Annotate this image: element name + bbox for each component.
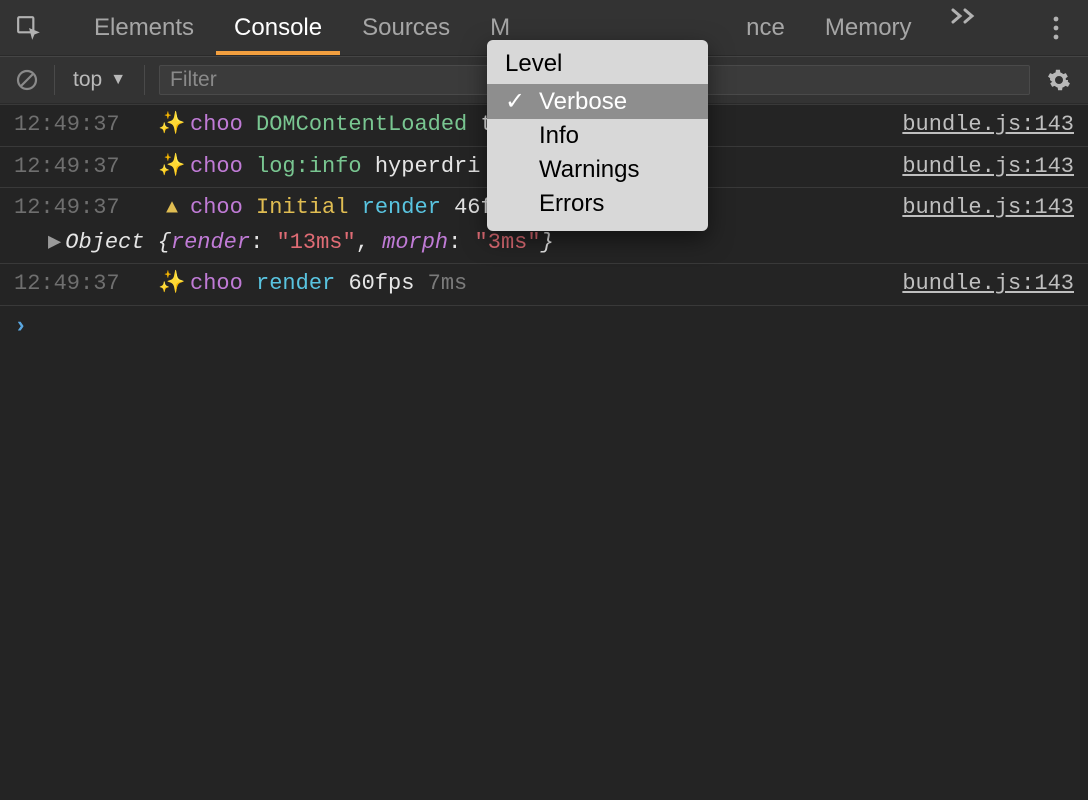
log-level-menu: Level ✓ Verbose Info Warnings Errors <box>487 40 708 231</box>
log-timestamp: 12:49:37 <box>14 270 154 299</box>
tab-console[interactable]: Console <box>214 0 342 55</box>
log-message: choo log:info hyperdri <box>190 153 480 182</box>
sparkles-icon: ✨ <box>154 153 190 182</box>
menu-item-label: Warnings <box>539 156 639 184</box>
tab-elements[interactable]: Elements <box>74 0 214 55</box>
source-link[interactable]: bundle.js:143 <box>882 194 1074 223</box>
tabs-overflow-button[interactable] <box>942 0 986 55</box>
console-prompt[interactable]: › <box>0 305 1088 347</box>
menu-item-errors[interactable]: Errors <box>487 187 708 221</box>
log-timestamp: 12:49:37 <box>14 111 154 140</box>
warning-icon: ▲ <box>154 194 190 223</box>
menu-item-warnings[interactable]: Warnings <box>487 153 708 187</box>
log-row: 12:49:37✨choo render 60fps 7ms bundle.js:… <box>0 263 1088 305</box>
menu-item-label: Errors <box>539 190 604 218</box>
log-message: choo render 60fps 7ms <box>190 270 467 299</box>
toolbar-separator <box>144 65 145 95</box>
log-timestamp: 12:49:37 <box>14 194 154 223</box>
select-element-icon[interactable] <box>12 11 46 45</box>
source-link[interactable]: bundle.js:143 <box>882 270 1074 299</box>
menu-item-verbose[interactable]: ✓ Verbose <box>487 84 708 119</box>
menu-title: Level <box>487 46 708 84</box>
menu-item-label: Verbose <box>539 88 627 116</box>
log-message: choo DOMContentLoaded tive <box>190 111 533 140</box>
tab-memory[interactable]: Memory <box>805 0 932 55</box>
sparkles-icon: ✨ <box>154 270 190 299</box>
check-icon: ✓ <box>505 87 525 116</box>
more-options-icon[interactable] <box>1036 8 1076 48</box>
log-timestamp: 12:49:37 <box>14 153 154 182</box>
toolbar-separator <box>54 65 55 95</box>
tab-obscured-right[interactable]: nce <box>746 0 805 55</box>
source-link[interactable]: bundle.js:143 <box>882 153 1074 182</box>
sparkles-icon: ✨ <box>154 111 190 140</box>
source-link[interactable]: bundle.js:143 <box>882 111 1074 140</box>
object-preview[interactable]: ▶Object {render: "13ms", morph: "3ms"} <box>0 229 1088 264</box>
console-settings-icon[interactable] <box>1044 65 1074 95</box>
menu-item-label: Info <box>539 122 579 150</box>
prompt-caret-icon: › <box>14 314 27 339</box>
tab-sources[interactable]: Sources <box>342 0 470 55</box>
menu-item-info[interactable]: Info <box>487 119 708 153</box>
clear-console-icon[interactable] <box>14 67 40 93</box>
context-label: top <box>73 68 102 92</box>
execution-context-select[interactable]: top ▼ <box>69 66 130 94</box>
disclosure-triangle-icon[interactable]: ▶ <box>48 230 61 255</box>
chevron-down-icon: ▼ <box>110 71 126 89</box>
